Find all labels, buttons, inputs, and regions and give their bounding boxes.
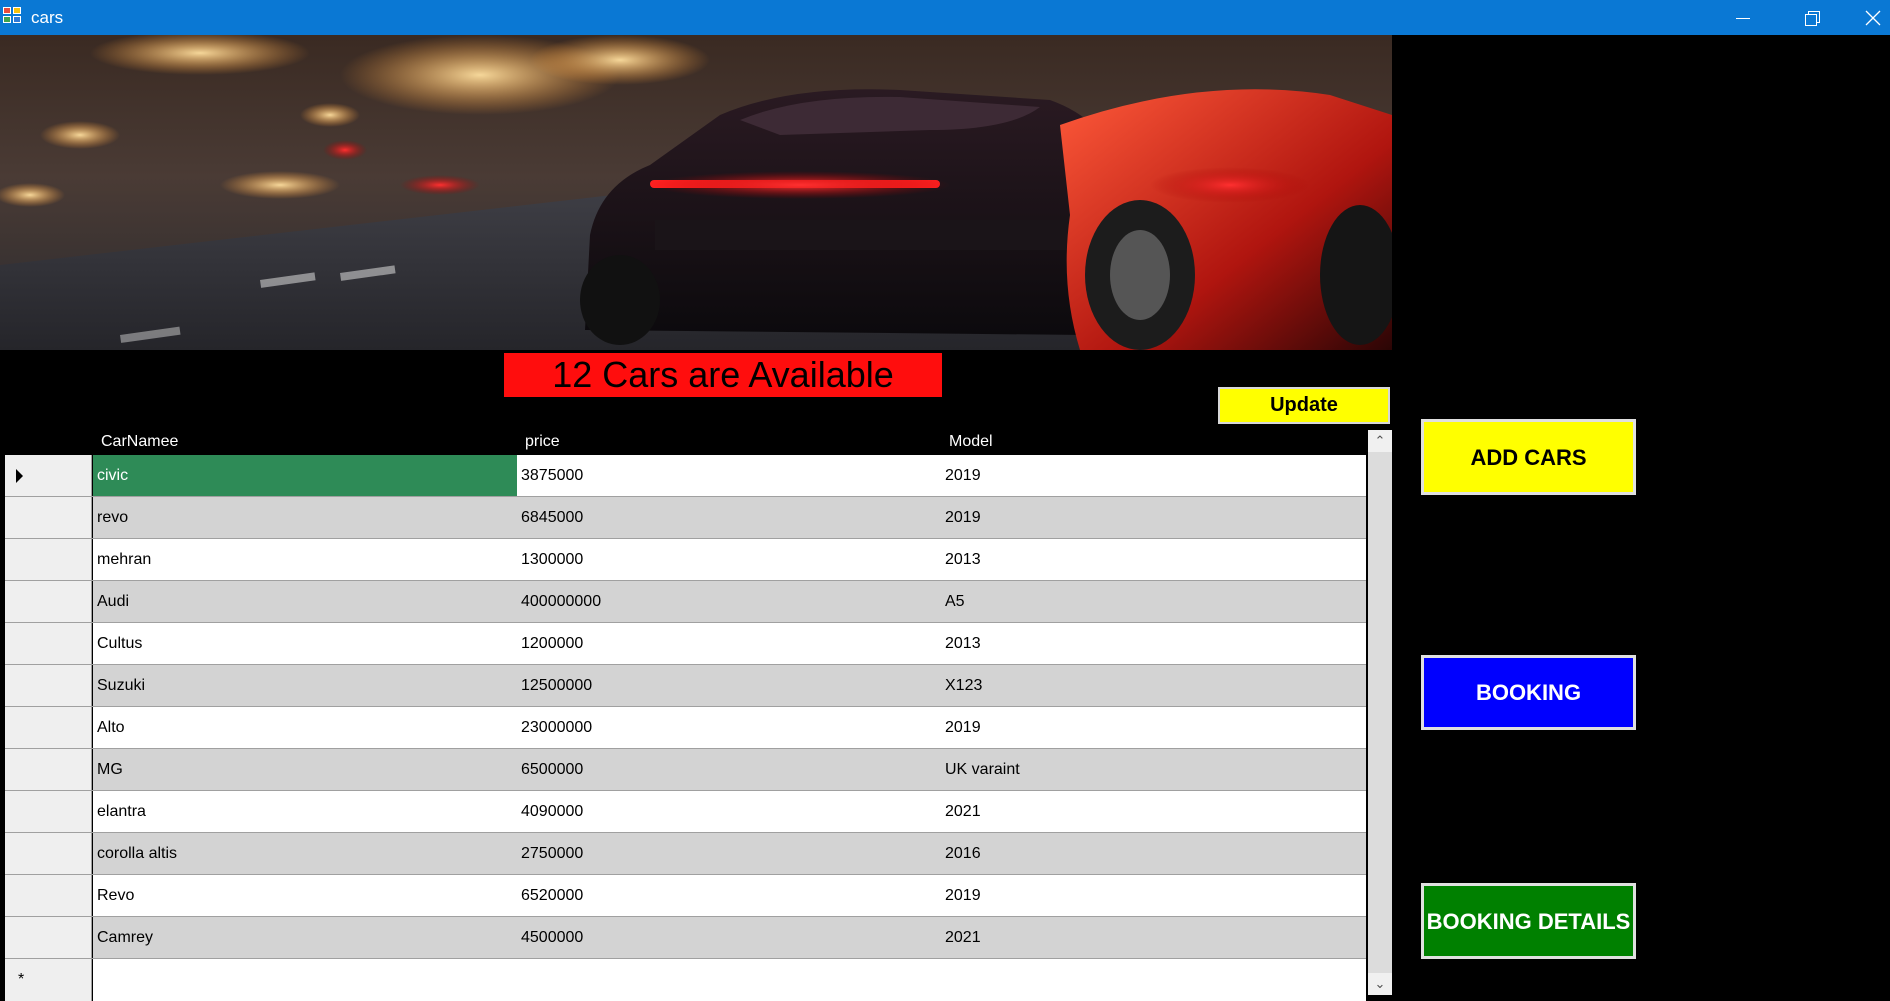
table-row[interactable]: civic 3875000 2019 bbox=[0, 455, 1368, 497]
cell-carname[interactable]: mehran bbox=[93, 539, 517, 580]
add-cars-button[interactable]: ADD CARS bbox=[1421, 419, 1636, 495]
cars-data-grid[interactable]: CarNamee price Model civic 3875000 2019 rev… bbox=[0, 430, 1392, 1001]
cell-model[interactable]: 2019 bbox=[941, 707, 1366, 748]
cell-price[interactable]: 1200000 bbox=[517, 623, 941, 664]
title-bar: cars bbox=[0, 0, 1890, 35]
row-selector[interactable] bbox=[5, 665, 92, 706]
cell-carname[interactable]: Audi bbox=[93, 581, 517, 622]
table-row[interactable]: Cultus 1200000 2013 bbox=[0, 623, 1368, 665]
cell-model[interactable]: 2016 bbox=[941, 833, 1366, 874]
table-row[interactable]: Alto 23000000 2019 bbox=[0, 707, 1368, 749]
cell-price[interactable]: 6520000 bbox=[517, 875, 941, 916]
row-selector[interactable] bbox=[5, 917, 92, 958]
table-row[interactable]: corolla altis 2750000 2016 bbox=[0, 833, 1368, 875]
available-cars-heading: 12 Cars are Available bbox=[504, 353, 942, 397]
cell-model[interactable]: 2013 bbox=[941, 539, 1366, 580]
cell-model[interactable]: 2019 bbox=[941, 875, 1366, 916]
close-button[interactable] bbox=[1856, 0, 1890, 35]
cell-model[interactable]: 2021 bbox=[941, 791, 1366, 832]
booking-details-button[interactable]: BOOKING DETAILS bbox=[1421, 883, 1636, 959]
cell-price[interactable]: 400000000 bbox=[517, 581, 941, 622]
row-selector[interactable] bbox=[5, 875, 92, 916]
table-row[interactable]: elantra 4090000 2021 bbox=[0, 791, 1368, 833]
grid-header: CarNamee price Model bbox=[0, 430, 1368, 455]
cell-carname[interactable]: Revo bbox=[93, 875, 517, 916]
cell-model[interactable]: 2019 bbox=[941, 455, 1366, 496]
app-icon bbox=[3, 7, 23, 25]
table-row[interactable]: Suzuki 12500000 X123 bbox=[0, 665, 1368, 707]
restore-icon bbox=[1805, 10, 1820, 26]
table-row[interactable]: revo 6845000 2019 bbox=[0, 497, 1368, 539]
cell-carname[interactable]: corolla altis bbox=[93, 833, 517, 874]
cell-price[interactable]: 1300000 bbox=[517, 539, 941, 580]
cell-model[interactable]: 2021 bbox=[941, 917, 1366, 958]
table-row[interactable]: mehran 1300000 2013 bbox=[0, 539, 1368, 581]
cell-carname[interactable]: revo bbox=[93, 497, 517, 538]
cell-price[interactable]: 2750000 bbox=[517, 833, 941, 874]
row-selector[interactable] bbox=[5, 455, 92, 496]
scroll-up-icon[interactable]: ⌃ bbox=[1368, 430, 1392, 452]
cell-carname[interactable]: MG bbox=[93, 749, 517, 790]
minimize-icon bbox=[1736, 18, 1750, 19]
booking-button[interactable]: BOOKING bbox=[1421, 655, 1636, 730]
cell-model[interactable]: A5 bbox=[941, 581, 1366, 622]
cell-carname[interactable]: Cultus bbox=[93, 623, 517, 664]
banner-car-image bbox=[0, 35, 1392, 350]
table-row[interactable]: MG 6500000 UK varaint bbox=[0, 749, 1368, 791]
cell-model[interactable]: 2013 bbox=[941, 623, 1366, 664]
cell-price[interactable]: 6500000 bbox=[517, 749, 941, 790]
cell-price[interactable]: 23000000 bbox=[517, 707, 941, 748]
cell-carname[interactable]: civic bbox=[93, 455, 517, 496]
update-button[interactable]: Update bbox=[1218, 387, 1390, 424]
close-icon bbox=[1865, 10, 1881, 25]
scroll-down-icon[interactable]: ⌄ bbox=[1368, 973, 1392, 995]
cell-price[interactable]: 3875000 bbox=[517, 455, 941, 496]
column-header-carname[interactable]: CarNamee bbox=[101, 433, 178, 451]
row-selector[interactable] bbox=[5, 539, 92, 580]
cell-carname[interactable]: Suzuki bbox=[93, 665, 517, 706]
current-row-arrow-icon bbox=[16, 469, 23, 483]
new-row-marker: * bbox=[18, 971, 25, 988]
row-selector[interactable] bbox=[5, 497, 92, 538]
row-selector[interactable] bbox=[5, 749, 92, 790]
column-header-model[interactable]: Model bbox=[949, 433, 993, 451]
table-row[interactable]: Camrey 4500000 2021 bbox=[0, 917, 1368, 959]
cell-carname[interactable]: Camrey bbox=[93, 917, 517, 958]
cell-price[interactable]: 4500000 bbox=[517, 917, 941, 958]
row-selector[interactable] bbox=[5, 707, 92, 748]
cell-price[interactable]: 6845000 bbox=[517, 497, 941, 538]
table-row[interactable]: Revo 6520000 2019 bbox=[0, 875, 1368, 917]
row-selector[interactable] bbox=[5, 623, 92, 664]
cell-price[interactable]: 4090000 bbox=[517, 791, 941, 832]
cell-model[interactable]: 2019 bbox=[941, 497, 1366, 538]
cell-carname[interactable]: Alto bbox=[93, 707, 517, 748]
window-title: cars bbox=[31, 8, 64, 27]
row-selector[interactable] bbox=[5, 581, 92, 622]
column-header-price[interactable]: price bbox=[525, 433, 560, 451]
cell-model[interactable]: X123 bbox=[941, 665, 1366, 706]
row-selector[interactable] bbox=[5, 791, 92, 832]
restore-button[interactable] bbox=[1786, 0, 1838, 35]
cell-carname[interactable]: elantra bbox=[93, 791, 517, 832]
minimize-button[interactable] bbox=[1717, 0, 1769, 35]
grid-rows: civic 3875000 2019 revo 6845000 2019 mehran 130… bbox=[0, 455, 1368, 1001]
table-row[interactable]: Audi 400000000 A5 bbox=[0, 581, 1368, 623]
vertical-scrollbar[interactable]: ⌃ ⌄ bbox=[1368, 430, 1392, 995]
cell-model[interactable]: UK varaint bbox=[941, 749, 1366, 790]
row-selector[interactable] bbox=[5, 833, 92, 874]
cell-price[interactable]: 12500000 bbox=[517, 665, 941, 706]
